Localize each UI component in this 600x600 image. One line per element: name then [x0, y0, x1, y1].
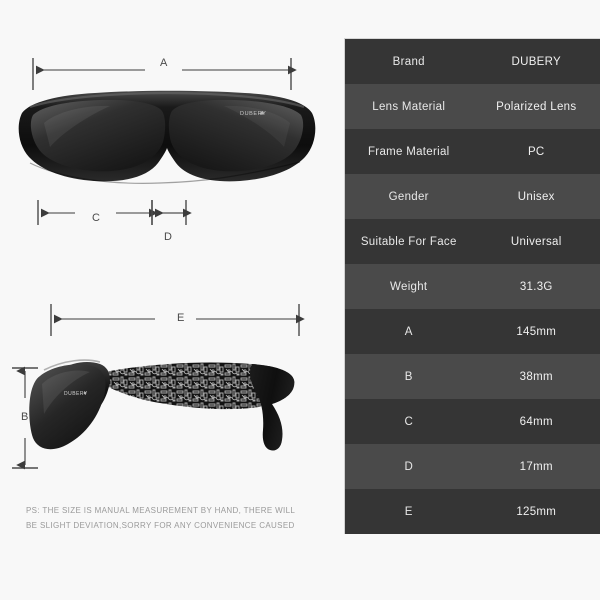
- disclaimer-line-2: BE SLIGHT DEVIATION,SORRY FOR ANY CONVEN…: [26, 521, 295, 530]
- spec-row: Weight 31.3G: [345, 264, 600, 309]
- product-specification-table: Brand DUBERY Lens Material Polarized Lens Fr…: [344, 38, 600, 534]
- spec-key: Gender: [388, 190, 429, 203]
- spec-key: Suitable For Face: [360, 235, 457, 248]
- spec-key: Brand: [392, 55, 425, 68]
- spec-key: C: [404, 415, 414, 428]
- spec-value: PC: [527, 145, 545, 158]
- spec-row: D 17mm: [345, 444, 600, 489]
- spec-key: D: [404, 460, 414, 473]
- illustration-panel: DUBERY A C D DUBERY E B PS: THE SIZE IS …: [0, 0, 340, 600]
- measurement-label-D: D: [164, 231, 173, 243]
- spec-row: Suitable For Face Universal: [345, 219, 600, 264]
- spec-key: E: [404, 505, 413, 518]
- spec-row: E 125mm: [345, 489, 600, 534]
- measurement-label-E: E: [177, 312, 185, 324]
- measurement-label-C: C: [92, 212, 101, 224]
- spec-value: Polarized Lens: [496, 100, 577, 113]
- spec-value: Universal: [510, 235, 562, 248]
- spec-key: A: [404, 325, 413, 338]
- spec-value: Unisex: [517, 190, 555, 203]
- measurement-marker-D: [151, 200, 192, 225]
- sunglasses-side-illustration: DUBERY: [29, 359, 295, 451]
- spec-value: 17mm: [519, 460, 553, 473]
- spec-row: Lens Material Polarized Lens: [345, 84, 600, 129]
- side-view-diagram: DUBERY: [12, 304, 305, 470]
- measurement-marker-E: [50, 304, 305, 336]
- spec-row: Brand DUBERY: [345, 39, 600, 84]
- front-view-diagram: DUBERY: [18, 58, 316, 225]
- spec-key: Frame Material: [367, 145, 450, 158]
- spec-value: 64mm: [519, 415, 553, 428]
- spec-row: B 38mm: [345, 354, 600, 399]
- measurement-label-B: B: [21, 411, 29, 423]
- sunglasses-front-illustration: DUBERY: [18, 90, 316, 184]
- spec-value: 31.3G: [519, 280, 553, 293]
- spec-key: Weight: [390, 280, 428, 293]
- spec-key: Lens Material: [372, 100, 446, 113]
- product-spec-sheet: DUBERY A C D DUBERY E B PS: THE SIZE IS …: [0, 0, 600, 600]
- spec-value: 125mm: [516, 505, 557, 518]
- spec-row: Frame Material PC: [345, 129, 600, 174]
- spec-row: A 145mm: [345, 309, 600, 354]
- spec-value: DUBERY: [511, 55, 562, 68]
- measurement-disclaimer: PS: THE SIZE IS MANUAL MEASUREMENT BY HA…: [26, 503, 316, 533]
- spec-key: B: [404, 370, 413, 383]
- spec-row: C 64mm: [345, 399, 600, 444]
- spec-value: 145mm: [516, 325, 557, 338]
- spec-row: Gender Unisex: [345, 174, 600, 219]
- disclaimer-line-1: PS: THE SIZE IS MANUAL MEASUREMENT BY HA…: [26, 506, 296, 515]
- measurement-label-A: A: [160, 57, 168, 69]
- spec-value: 38mm: [519, 370, 553, 383]
